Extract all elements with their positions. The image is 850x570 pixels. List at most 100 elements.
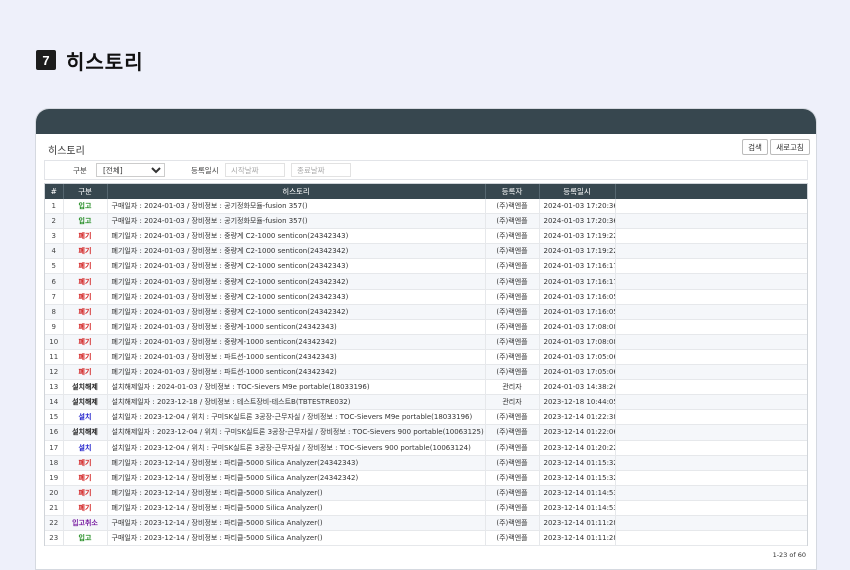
filler-cell	[615, 289, 807, 305]
table-row[interactable]: 19 폐기 폐기일자 : 2023-12-14 / 장비정보 : 파티클-5000 …	[45, 470, 807, 486]
row-number-cell: 7	[45, 289, 64, 305]
history-cell: 폐기일자 : 2024-01-03 / 장비정보 : 중량계 C2-1000 s…	[107, 304, 486, 320]
type-cell: 폐기	[63, 243, 108, 260]
date-cell: 2024-01-03 17:08:08	[539, 334, 616, 350]
history-cell: 폐기일자 : 2023-12-14 / 장비정보 : 파티클-5000 Sili…	[107, 455, 486, 471]
user-cell: (주)랙엔플	[485, 515, 540, 532]
type-cell: 입고	[63, 199, 108, 215]
type-cell: 폐기	[63, 470, 108, 486]
section-number-badge: 7	[36, 50, 56, 70]
date-filter-label: 등록일시	[191, 166, 219, 175]
date-cell: 2023-12-18 10:44:05	[539, 394, 616, 411]
type-cell: 입고	[63, 530, 108, 547]
filler-cell	[615, 213, 807, 230]
history-window: 히스토리 검색 새로고침 구분 [전체] 등록일시 # 구분	[35, 108, 817, 570]
user-cell: 관리자	[485, 394, 540, 411]
history-cell: 폐기일자 : 2023-12-14 / 장비정보 : 파티클-5000 Sili…	[107, 470, 486, 486]
date-cell: 2023-12-14 01:22:38	[539, 409, 616, 426]
table-row[interactable]: 11 폐기 폐기일자 : 2024-01-03 / 장비정보 : 파트션-1000 …	[45, 349, 807, 366]
filler-cell	[615, 334, 807, 350]
table-row[interactable]: 7 폐기 폐기일자 : 2024-01-03 / 장비정보 : 중량계 C2-100…	[45, 289, 807, 305]
filler-cell	[615, 455, 807, 471]
type-cell: 폐기	[63, 485, 108, 501]
table-row[interactable]: 22 입고취소 구매일자 : 2023-12-14 / 장비정보 : 파티클-500…	[45, 515, 807, 532]
row-number-cell: 20	[45, 485, 64, 501]
table-row[interactable]: 3 폐기 폐기일자 : 2024-01-03 / 장비정보 : 중량계 C2-100…	[45, 228, 807, 245]
section-heading: 7 히스토리	[36, 46, 144, 74]
history-cell: 폐기일자 : 2024-01-03 / 장비정보 : 중량계 C2-1000 s…	[107, 243, 486, 260]
user-cell: (주)랙엔플	[485, 455, 540, 471]
table-row[interactable]: 10 폐기 폐기일자 : 2024-01-03 / 장비정보 : 중량계-1000 …	[45, 334, 807, 350]
table-row[interactable]: 18 폐기 폐기일자 : 2023-12-14 / 장비정보 : 파티클-5000 …	[45, 455, 807, 471]
table-row[interactable]: 1 입고 구매일자 : 2024-01-03 / 장비정보 : 공기정화모듈-fus…	[45, 199, 807, 215]
filler-cell	[615, 273, 807, 290]
row-number-cell: 9	[45, 319, 64, 335]
history-cell: 구매일자 : 2024-01-03 / 장비정보 : 공기정화모듈-fusion…	[107, 199, 486, 215]
table-row[interactable]: 13 설치해제 설치해제일자 : 2024-01-03 / 장비정보 : TOC-S…	[45, 379, 807, 396]
type-cell: 폐기	[63, 258, 108, 275]
date-cell: 2023-12-14 01:14:53	[539, 485, 616, 501]
filler-cell	[615, 199, 807, 215]
column-header-type[interactable]: 구분	[63, 184, 108, 199]
refresh-button[interactable]: 새로고침	[770, 139, 810, 155]
filler-cell	[615, 515, 807, 532]
date-cell: 2024-01-03 17:05:06	[539, 349, 616, 366]
user-cell: (주)랙엔플	[485, 199, 540, 215]
type-cell: 폐기	[63, 334, 108, 350]
type-cell: 폐기	[63, 455, 108, 471]
user-cell: 관리자	[485, 379, 540, 396]
table-row[interactable]: 8 폐기 폐기일자 : 2024-01-03 / 장비정보 : 중량계 C2-100…	[45, 304, 807, 320]
user-cell: (주)랙엔플	[485, 409, 540, 426]
type-cell: 폐기	[63, 304, 108, 320]
history-cell: 폐기일자 : 2024-01-03 / 장비정보 : 중량계 C2-1000 s…	[107, 258, 486, 275]
row-number-cell: 15	[45, 409, 64, 426]
user-cell: (주)랙엔플	[485, 319, 540, 335]
window-titlebar	[36, 109, 816, 134]
column-header-user[interactable]: 등록자	[485, 184, 540, 199]
table-row[interactable]: 9 폐기 폐기일자 : 2024-01-03 / 장비정보 : 중량계-1000 s…	[45, 319, 807, 335]
column-header-no[interactable]: #	[45, 184, 64, 199]
type-cell: 폐기	[63, 349, 108, 366]
table-row[interactable]: 15 설치 설치일자 : 2023-12-04 / 위치 : 구미SK실트론 3공장…	[45, 409, 807, 426]
user-cell: (주)랙엔플	[485, 440, 540, 456]
user-cell: (주)랙엔플	[485, 213, 540, 230]
row-number-cell: 8	[45, 304, 64, 320]
row-number-cell: 14	[45, 394, 64, 411]
row-number-cell: 19	[45, 470, 64, 486]
date-cell: 2023-12-14 01:14:53	[539, 500, 616, 516]
table-row[interactable]: 2 입고 구매일자 : 2024-01-03 / 장비정보 : 공기정화모듈-fus…	[45, 213, 807, 230]
end-date-input[interactable]	[291, 163, 351, 177]
history-cell: 구매일자 : 2023-12-14 / 장비정보 : 파티클-5000 Sili…	[107, 530, 486, 547]
filler-cell	[615, 424, 807, 441]
history-cell: 폐기일자 : 2024-01-03 / 장비정보 : 중량계-1000 sent…	[107, 334, 486, 350]
table-row[interactable]: 6 폐기 폐기일자 : 2024-01-03 / 장비정보 : 중량계 C2-100…	[45, 273, 807, 290]
filler-cell	[615, 409, 807, 426]
table-row[interactable]: 16 설치해제 설치해제일자 : 2023-12-04 / 위치 : 구미SK실트론…	[45, 424, 807, 441]
type-cell: 설치해제	[63, 379, 108, 396]
column-header-date[interactable]: 등록일시	[539, 184, 616, 199]
row-number-cell: 1	[45, 199, 64, 215]
table-row[interactable]: 4 폐기 폐기일자 : 2024-01-03 / 장비정보 : 중량계 C2-100…	[45, 243, 807, 260]
table-row[interactable]: 12 폐기 폐기일자 : 2024-01-03 / 장비정보 : 파트션-1000 …	[45, 364, 807, 381]
table-row[interactable]: 14 설치해제 설치해제일자 : 2023-12-18 / 장비정보 : 테스트장비…	[45, 394, 807, 411]
user-cell: (주)랙엔플	[485, 289, 540, 305]
user-cell: (주)랙엔플	[485, 470, 540, 486]
date-cell: 2023-12-14 01:15:32	[539, 455, 616, 471]
filler-cell	[615, 394, 807, 411]
table-row[interactable]: 21 폐기 폐기일자 : 2023-12-14 / 장비정보 : 파티클-5000 …	[45, 500, 807, 516]
filler-cell	[615, 243, 807, 260]
date-cell: 2023-12-14 01:15:32	[539, 470, 616, 486]
search-button[interactable]: 검색	[742, 139, 768, 155]
type-filter-select[interactable]: [전체]	[96, 163, 165, 177]
type-cell: 폐기	[63, 289, 108, 305]
table-row[interactable]: 20 폐기 폐기일자 : 2023-12-14 / 장비정보 : 파티클-5000 …	[45, 485, 807, 501]
filter-bar: 구분 [전체] 등록일시	[44, 160, 808, 180]
date-cell: 2023-12-14 01:22:06	[539, 424, 616, 441]
column-header-history[interactable]: 히스토리	[107, 184, 486, 199]
start-date-input[interactable]	[225, 163, 285, 177]
date-cell: 2024-01-03 17:16:17	[539, 258, 616, 275]
table-row[interactable]: 5 폐기 폐기일자 : 2024-01-03 / 장비정보 : 중량계 C2-100…	[45, 258, 807, 275]
table-row[interactable]: 23 입고 구매일자 : 2023-12-14 / 장비정보 : 파티클-5000 …	[45, 530, 807, 547]
table-row[interactable]: 17 설치 설치일자 : 2023-12-04 / 위치 : 구미SK실트론 3공장…	[45, 440, 807, 456]
section-title: 히스토리	[66, 49, 144, 74]
